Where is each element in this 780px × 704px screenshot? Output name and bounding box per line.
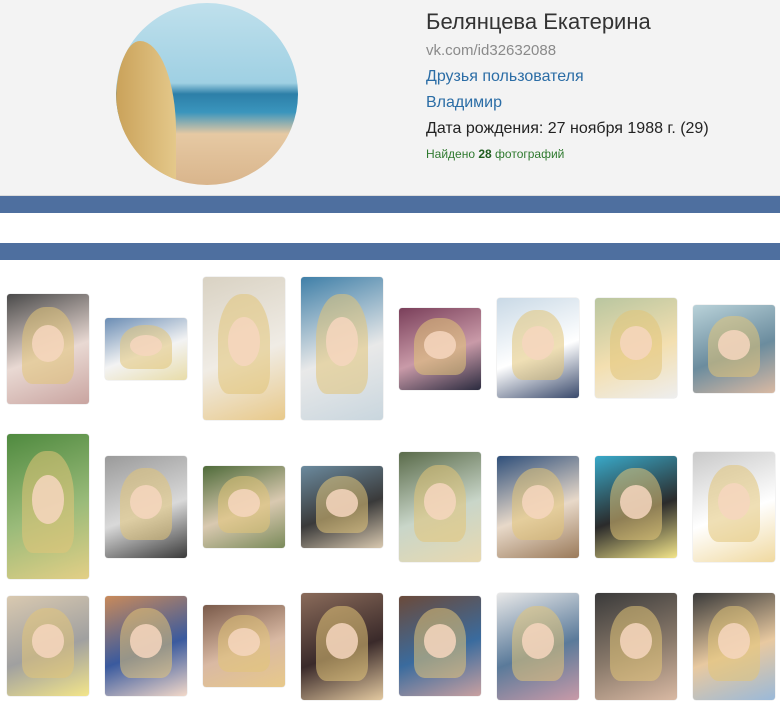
photo-thumbnail[interactable] — [399, 452, 481, 562]
photo-face — [129, 624, 163, 658]
found-count: 28 — [478, 147, 492, 161]
photo-thumbnail[interactable] — [105, 456, 187, 558]
photo-face — [325, 488, 359, 517]
photo-thumbnail[interactable] — [497, 593, 579, 700]
photo-face — [325, 317, 359, 366]
photo-face — [423, 330, 457, 359]
photo-face — [31, 624, 65, 658]
photo-thumbnail[interactable] — [203, 466, 285, 548]
friends-link[interactable]: Друзья пользователя — [426, 64, 776, 90]
photo-thumbnail[interactable] — [105, 596, 187, 696]
photo-face — [227, 317, 261, 366]
photo-thumbnail[interactable] — [399, 308, 481, 390]
profile-info: Белянцева Екатерина vk.com/id32632088 Др… — [426, 6, 776, 164]
birthdate: Дата рождения: 27 ноября 1988 г. (29) — [426, 120, 709, 137]
photo-thumbnail[interactable] — [693, 593, 775, 700]
photo-thumbnail[interactable] — [7, 434, 89, 579]
photo-face — [717, 329, 751, 360]
photo-face — [521, 326, 555, 360]
photo-thumbnail[interactable] — [203, 605, 285, 687]
photo-face — [227, 488, 261, 517]
profile-avatar[interactable] — [116, 3, 298, 185]
photo-face — [619, 326, 653, 360]
photo-thumbnail[interactable] — [399, 596, 481, 696]
photo-thumbnail[interactable] — [203, 277, 285, 420]
photo-face — [31, 474, 65, 524]
city-link[interactable]: Владимир — [426, 90, 776, 116]
photo-face — [423, 624, 457, 658]
found-suffix: фотографий — [491, 147, 565, 161]
profile-header: Белянцева Екатерина vk.com/id32632088 Др… — [0, 0, 780, 196]
photo-thumbnail[interactable] — [7, 294, 89, 404]
found-prefix: Найдено — [426, 147, 479, 161]
photo-thumbnail[interactable] — [301, 593, 383, 700]
profile-url[interactable]: vk.com/id32632088 — [426, 38, 776, 64]
divider-stripe-bottom — [0, 243, 780, 260]
photo-thumbnail[interactable] — [693, 305, 775, 393]
photo-thumbnail[interactable] — [105, 318, 187, 380]
photo-thumbnail[interactable] — [595, 456, 677, 558]
photo-thumbnail[interactable] — [595, 298, 677, 398]
photo-thumbnail[interactable] — [693, 452, 775, 562]
photo-thumbnail[interactable] — [301, 466, 383, 548]
divider-stripe-top — [0, 196, 780, 213]
photo-thumbnail[interactable] — [497, 456, 579, 558]
profile-name: Белянцева Екатерина — [426, 9, 651, 34]
photo-thumbnail[interactable] — [595, 593, 677, 700]
photo-thumbnail[interactable] — [497, 298, 579, 398]
photos-found-count: Найдено 28 фотографий — [426, 144, 776, 164]
avatar-figure — [116, 41, 176, 185]
photo-thumbnail[interactable] — [301, 277, 383, 420]
photo-face — [227, 627, 261, 656]
photo-thumbnail[interactable] — [7, 596, 89, 696]
